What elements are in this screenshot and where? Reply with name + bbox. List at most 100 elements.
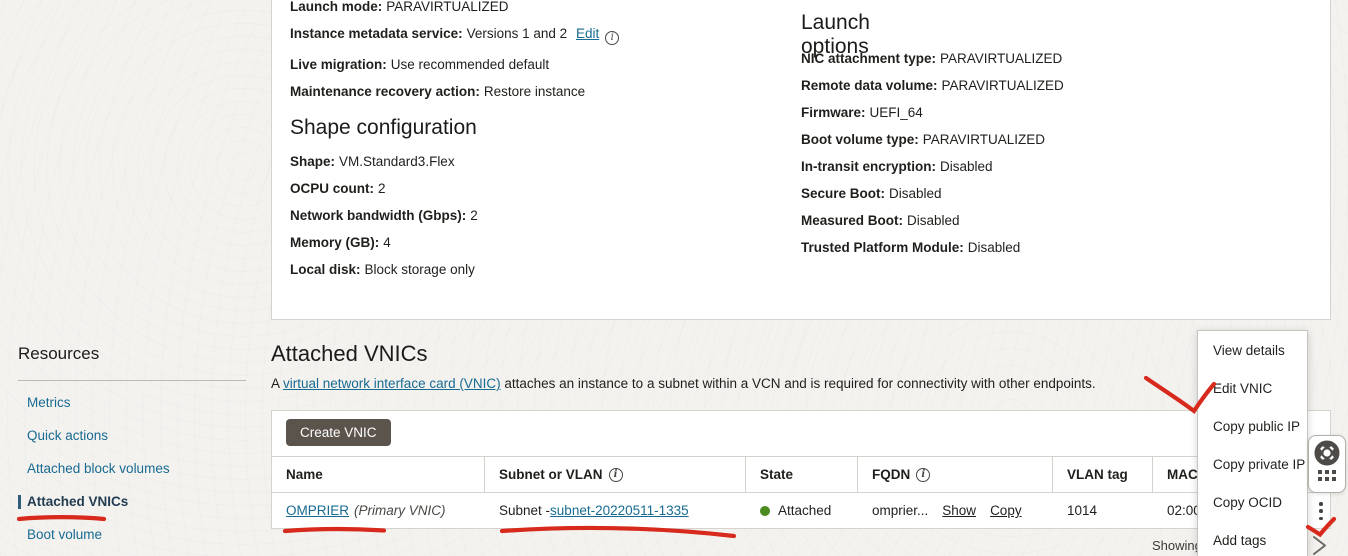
detail-value: Use recommended default <box>391 57 549 72</box>
detail-label: Shape: <box>290 154 335 169</box>
shape-configuration-heading: Shape configuration <box>290 116 477 140</box>
menu-item-copy-private-ip[interactable]: Copy private IP <box>1198 445 1307 483</box>
detail-row-measured-boot: Measured Boot: Disabled <box>801 213 1321 228</box>
resources-list: Metrics Quick actions Attached block vol… <box>18 396 246 556</box>
detail-label: Instance metadata service: <box>290 26 463 41</box>
edit-metadata-link[interactable]: Edit <box>576 26 599 41</box>
detail-value: Disabled <box>940 159 993 174</box>
fqdn-show-link[interactable]: Show <box>942 503 976 518</box>
detail-row-bandwidth: Network bandwidth (Gbps): 2 <box>290 208 478 223</box>
detail-value: PARAVIRTUALIZED <box>942 78 1064 93</box>
annotation-underline-subnet <box>502 528 734 536</box>
detail-value: PARAVIRTUALIZED <box>386 0 508 14</box>
detail-label: NIC attachment type: <box>801 51 936 66</box>
annotation-underline-omprier <box>285 529 384 531</box>
detail-row-boot-volume-type: Boot volume type: PARAVIRTUALIZED <box>801 132 1321 147</box>
detail-label: Maintenance recovery action: <box>290 84 480 99</box>
detail-value: 4 <box>383 235 391 250</box>
column-label: State <box>760 467 793 482</box>
column-header-subnet[interactable]: Subnet or VLAN i <box>485 457 746 492</box>
detail-row-ocpu: OCPU count:2 <box>290 181 478 196</box>
cell-state: Attached <box>746 493 858 528</box>
detail-label: Memory (GB): <box>290 235 379 250</box>
menu-item-copy-ocid[interactable]: Copy OCID <box>1198 483 1307 521</box>
cell-vlan-tag: 1014 <box>1053 493 1153 528</box>
shape-configuration-list: Shape: VM.Standard3.Flex OCPU count:2 Net… <box>290 154 478 289</box>
detail-row-live-migration: Live migration: Use recommended default <box>290 57 619 72</box>
state-text: Attached <box>778 503 831 518</box>
attached-vnics-description: A virtual network interface card (VNIC) … <box>271 376 1171 391</box>
detail-label: Trusted Platform Module: <box>801 240 964 255</box>
column-label: Name <box>286 467 323 482</box>
next-page-chevron-icon[interactable] <box>1308 534 1330 556</box>
vnic-doc-link[interactable]: virtual network interface card (VNIC) <box>283 376 501 391</box>
detail-label: Measured Boot: <box>801 213 903 228</box>
detail-value: Versions 1 and 2 <box>467 26 568 41</box>
info-icon[interactable]: i <box>609 468 623 482</box>
apps-grid-icon[interactable] <box>1318 470 1336 481</box>
column-header-name[interactable]: Name <box>272 457 485 492</box>
resources-sidebar: Resources Metrics Quick actions Attached… <box>18 344 246 381</box>
detail-label: Firmware: <box>801 105 866 120</box>
create-vnic-button[interactable]: Create VNIC <box>286 419 391 446</box>
detail-value: Block storage only <box>365 262 475 277</box>
detail-label: Remote data volume: <box>801 78 938 93</box>
vnics-table-card: Create VNIC Name Subnet or VLAN i State F… <box>271 410 1331 529</box>
sidebar-item-quick-actions[interactable]: Quick actions <box>18 429 246 443</box>
resources-heading: Resources <box>18 344 246 364</box>
vlan-tag-value: 1014 <box>1067 503 1097 518</box>
detail-row-firmware: Firmware: UEFI_64 <box>801 105 1321 120</box>
fqdn-copy-link[interactable]: Copy <box>990 503 1022 518</box>
detail-label: Network bandwidth (Gbps): <box>290 208 466 223</box>
detail-label: Secure Boot: <box>801 186 885 201</box>
menu-item-copy-public-ip[interactable]: Copy public IP <box>1198 407 1307 445</box>
column-label: FQDN <box>872 467 910 482</box>
column-label: Subnet or VLAN <box>499 467 603 482</box>
sidebar-item-boot-volume[interactable]: Boot volume <box>18 528 246 542</box>
cell-fqdn: omprier... Show Copy <box>858 493 1053 528</box>
sidebar-item-metrics[interactable]: Metrics <box>18 396 246 410</box>
sidebar-divider <box>18 380 246 381</box>
vnic-row-context-menu: View details Edit VNIC Copy public IP Co… <box>1197 330 1308 556</box>
detail-value: VM.Standard3.Flex <box>339 154 455 169</box>
floating-help-panel <box>1308 435 1346 493</box>
detail-label: Live migration: <box>290 57 387 72</box>
column-header-vlan-tag[interactable]: VLAN tag <box>1053 457 1153 492</box>
detail-row-local-disk: Local disk:Block storage only <box>290 262 478 277</box>
detail-row-launch-mode: Launch mode: PARAVIRTUALIZED <box>290 0 619 14</box>
detail-value: 2 <box>470 208 478 223</box>
detail-row-maintenance-recovery: Maintenance recovery action: Restore inst… <box>290 84 619 99</box>
detail-row-secure-boot: Secure Boot:Disabled <box>801 186 1321 201</box>
sidebar-item-attached-block-volumes[interactable]: Attached block volumes <box>18 462 246 476</box>
column-header-state[interactable]: State <box>746 457 858 492</box>
state-attached-dot <box>760 506 770 516</box>
detail-label: In-transit encryption: <box>801 159 936 174</box>
detail-row-nic-attachment: NIC attachment type:PARAVIRTUALIZED <box>801 51 1321 66</box>
detail-value: UEFI_64 <box>870 105 923 120</box>
row-actions-kebab-icon[interactable] <box>1315 501 1327 521</box>
instance-details-card: Launch mode: PARAVIRTUALIZED Instance met… <box>271 0 1331 320</box>
vnic-table-row: OMPRIER (Primary VNIC) Subnet - subnet-2… <box>272 493 1330 528</box>
menu-item-view-details[interactable]: View details <box>1198 331 1307 369</box>
detail-label: Launch mode: <box>290 0 382 14</box>
menu-item-add-tags[interactable]: Add tags <box>1198 521 1307 556</box>
vnics-table-header: Name Subnet or VLAN i State FQDN i VLAN ta… <box>272 456 1330 493</box>
detail-value: Disabled <box>907 213 960 228</box>
detail-value: 2 <box>378 181 386 196</box>
help-lifering-icon[interactable] <box>1314 440 1340 466</box>
vnic-name-link[interactable]: OMPRIER <box>286 503 349 518</box>
detail-value: Restore instance <box>484 84 585 99</box>
description-prefix: A <box>271 376 283 391</box>
detail-row-memory: Memory (GB): 4 <box>290 235 478 250</box>
info-icon[interactable]: i <box>916 468 930 482</box>
detail-label: Boot volume type: <box>801 132 919 147</box>
attached-vnics-heading: Attached VNICs <box>271 341 428 367</box>
detail-value: PARAVIRTUALIZED <box>923 132 1045 147</box>
info-icon[interactable]: i <box>605 31 619 45</box>
detail-row-instance-metadata-service: Instance metadata service: Versions 1 and… <box>290 26 619 45</box>
launch-options-list: NIC attachment type:PARAVIRTUALIZED Remo… <box>801 51 1321 267</box>
column-header-fqdn[interactable]: FQDN i <box>858 457 1053 492</box>
sidebar-item-attached-vnics[interactable]: Attached VNICs <box>18 495 246 509</box>
menu-item-edit-vnic[interactable]: Edit VNIC <box>1198 369 1307 407</box>
subnet-link[interactable]: subnet-20220511-1335 <box>550 503 689 518</box>
